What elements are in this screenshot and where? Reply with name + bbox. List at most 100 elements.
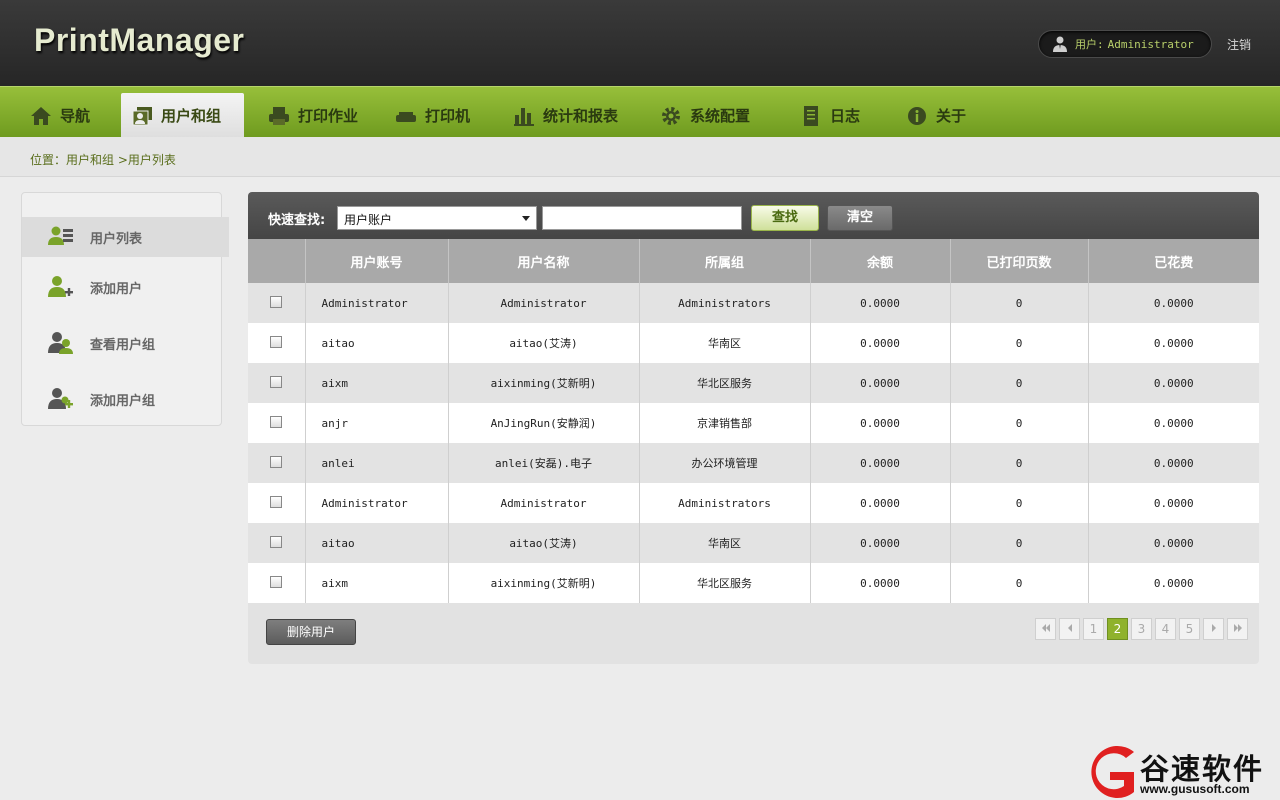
column-header[interactable]: 用户名称 (448, 239, 640, 283)
table-cell: 0 (950, 523, 1089, 563)
nav-item-logs[interactable]: 日志 (790, 93, 870, 138)
table-cell: 0.0000 (1088, 563, 1259, 603)
logout-link[interactable]: 注销 (1227, 36, 1251, 53)
page-button[interactable]: 1 (1083, 618, 1104, 640)
nav-item-statistics[interactable]: 统计和报表 (503, 93, 628, 138)
column-header[interactable]: 用户账号 (305, 239, 449, 283)
column-header[interactable]: 已花费 (1088, 239, 1259, 283)
table-cell: Administrator (448, 483, 640, 523)
chevron-down-icon (522, 216, 530, 221)
prev-page-button[interactable] (1059, 618, 1080, 640)
clear-button[interactable]: 清空 (827, 205, 893, 231)
row-checkbox[interactable] (270, 295, 283, 308)
nav-item-label: 关于 (936, 107, 967, 125)
table-row[interactable]: Administrator Administrator Administrators… (248, 283, 1259, 323)
table-cell: 华北区服务 (639, 563, 811, 603)
add-group-icon (48, 388, 73, 409)
nav-item-system-config[interactable]: 系统配置 (650, 93, 760, 138)
user-list-panel: 快速查找: 用户账户 查找 清空 用户账号 用户名称 所属组 余额 已打印页数 … (248, 192, 1259, 664)
last-page-button[interactable] (1227, 618, 1248, 640)
table-cell: 0.0000 (810, 443, 951, 483)
row-select-cell (248, 483, 306, 523)
nav-item-about[interactable]: 关于 (896, 93, 976, 138)
table-cell: anlei (305, 443, 449, 483)
bar-chart-icon (514, 107, 534, 126)
table-cell: 办公环境管理 (639, 443, 811, 483)
table-row[interactable]: aitao aitao(艾涛) 华南区 0.0000 0 0.0000 (248, 523, 1259, 563)
first-page-button[interactable] (1035, 618, 1056, 640)
log-icon (804, 105, 818, 126)
watermark-logo: 谷速软件 www.gususoft.com (1082, 742, 1280, 800)
search-button[interactable]: 查找 (751, 205, 819, 231)
table-cell: aixinming(艾新明) (448, 363, 640, 403)
gear-icon (662, 106, 680, 125)
table-cell: 华南区 (639, 323, 811, 363)
home-icon (31, 106, 51, 125)
search-input[interactable] (542, 206, 742, 230)
table-cell: 京津销售部 (639, 403, 811, 443)
table-cell: 0.0000 (1088, 363, 1259, 403)
nav-item-label: 导航 (60, 107, 91, 125)
row-checkbox[interactable] (270, 375, 283, 388)
table-cell: aitao(艾涛) (448, 323, 640, 363)
table-row[interactable]: aixm aixinming(艾新明) 华北区服务 0.0000 0 0.0000 (248, 563, 1259, 603)
row-checkbox[interactable] (270, 535, 283, 548)
table-cell: 0.0000 (810, 483, 951, 523)
nav-item-label: 系统配置 (690, 107, 751, 125)
table-cell: aitao (305, 523, 449, 563)
table-cell: anlei(安磊).电子 (448, 443, 640, 483)
table-row[interactable]: aixm aixinming(艾新明) 华北区服务 0.0000 0 0.0000 (248, 363, 1259, 403)
double-left-icon (1041, 624, 1050, 632)
nav-item-printers[interactable]: 打印机 (385, 93, 480, 138)
row-select-cell (248, 443, 306, 483)
sidebar-item-add-user[interactable]: 添加用户 (22, 267, 229, 307)
table-row[interactable]: Administrator Administrator Administrators… (248, 483, 1259, 523)
table-row[interactable]: anjr AnJingRun(安静润) 京津销售部 0.0000 0 0.0000 (248, 403, 1259, 443)
sidebar-item-user-list[interactable]: 用户列表 (22, 217, 229, 257)
table-cell: Administrators (639, 483, 811, 523)
column-header[interactable]: 所属组 (639, 239, 811, 283)
watermark-url: www.gususoft.com (1140, 782, 1250, 796)
chevron-left-icon (1067, 624, 1072, 632)
table-cell: 0.0000 (1088, 443, 1259, 483)
sidebar-item-view-group[interactable]: 查看用户组 (22, 323, 229, 363)
nav-item-users-groups[interactable]: 用户和组 (121, 93, 244, 138)
sidebar-item-add-group[interactable]: 添加用户组 (22, 379, 229, 419)
next-page-button[interactable] (1203, 618, 1224, 640)
table-cell: 0 (950, 563, 1089, 603)
row-select-cell (248, 563, 306, 603)
nav-item-print-jobs[interactable]: 打印作业 (258, 93, 368, 138)
table-row[interactable]: anlei anlei(安磊).电子 办公环境管理 0.0000 0 0.0000 (248, 443, 1259, 483)
table-cell: 0 (950, 323, 1089, 363)
table-cell: 华南区 (639, 523, 811, 563)
table-cell: 0.0000 (810, 283, 951, 323)
row-checkbox[interactable] (270, 335, 283, 348)
search-field-select[interactable]: 用户账户 (337, 206, 537, 230)
row-select-cell (248, 283, 306, 323)
table-cell: AnJingRun(安静润) (448, 403, 640, 443)
main-nav: 导航 用户和组 打印作业 打印机 统计和报表 系统配置 日志 关于 (0, 86, 1280, 138)
table-row[interactable]: aitao aitao(艾涛) 华南区 0.0000 0 0.0000 (248, 323, 1259, 363)
delete-user-button[interactable]: 删除用户 (266, 619, 356, 645)
page-button[interactable]: 5 (1179, 618, 1200, 640)
page-button-current[interactable]: 2 (1107, 618, 1128, 640)
row-checkbox[interactable] (270, 415, 283, 428)
sidebar-item-label: 查看用户组 (90, 337, 156, 353)
column-header[interactable]: 已打印页数 (950, 239, 1089, 283)
row-select-cell (248, 523, 306, 563)
table-cell: aitao (305, 323, 449, 363)
row-checkbox[interactable] (270, 455, 283, 468)
nav-item-label: 统计和报表 (543, 107, 619, 125)
row-checkbox[interactable] (270, 575, 283, 588)
table-cell: Administrator (305, 483, 449, 523)
table-cell: 0.0000 (1088, 283, 1259, 323)
page-button[interactable]: 3 (1131, 618, 1152, 640)
column-header[interactable]: 余额 (810, 239, 951, 283)
table-cell: Administrator (305, 283, 449, 323)
row-checkbox[interactable] (270, 495, 283, 508)
page-button[interactable]: 4 (1155, 618, 1176, 640)
nav-item-home[interactable]: 导航 (20, 93, 100, 138)
top-header: PrintManager 用户: Administrator 注销 (0, 0, 1280, 86)
users-table: 用户账号 用户名称 所属组 余额 已打印页数 已花费 Administrator… (248, 239, 1259, 603)
user-list-icon (48, 226, 73, 245)
